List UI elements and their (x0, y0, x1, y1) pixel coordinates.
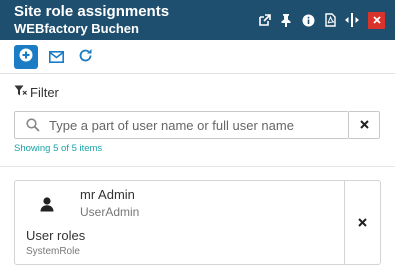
filter-label: Filter (30, 85, 59, 100)
refresh-icon (78, 49, 93, 67)
window-titlebar: Site role assignments WEBfactory Buchen (0, 0, 395, 40)
add-button[interactable] (14, 45, 38, 69)
search-icon (26, 118, 40, 137)
user-login: UserAdmin (80, 205, 140, 219)
window-subtitle: WEBfactory Buchen (14, 21, 139, 36)
search-input[interactable] (49, 115, 339, 135)
close-icon[interactable] (368, 11, 385, 29)
refresh-button[interactable] (78, 48, 93, 68)
window-title: Site role assignments (14, 3, 170, 20)
close-icon (359, 116, 369, 134)
close-icon (358, 214, 367, 232)
remove-assignment-button[interactable] (344, 181, 380, 264)
item-count-status: Showing 5 of 5 items (14, 143, 103, 154)
mail-button[interactable] (49, 50, 64, 68)
clear-search-button[interactable] (349, 111, 380, 139)
role-name: SystemRole (26, 246, 80, 257)
filter-icon (14, 85, 27, 100)
resize-icon[interactable] (342, 10, 362, 30)
info-icon[interactable] (298, 10, 318, 30)
filter-toggle[interactable]: Filter (14, 85, 59, 100)
toolbar (0, 40, 395, 74)
user-roles-label: User roles (26, 228, 86, 243)
window-actions (252, 10, 385, 30)
assignment-card: mr Admin UserAdmin User roles SystemRole (14, 180, 381, 265)
search-field[interactable] (14, 111, 349, 139)
add-icon (19, 48, 33, 67)
user-name: mr Admin (80, 187, 135, 202)
user-icon (40, 197, 54, 217)
divider (0, 166, 395, 167)
popout-icon[interactable] (254, 10, 274, 30)
pdf-icon[interactable] (320, 10, 340, 30)
mail-icon (49, 50, 64, 67)
pin-icon[interactable] (276, 10, 296, 30)
